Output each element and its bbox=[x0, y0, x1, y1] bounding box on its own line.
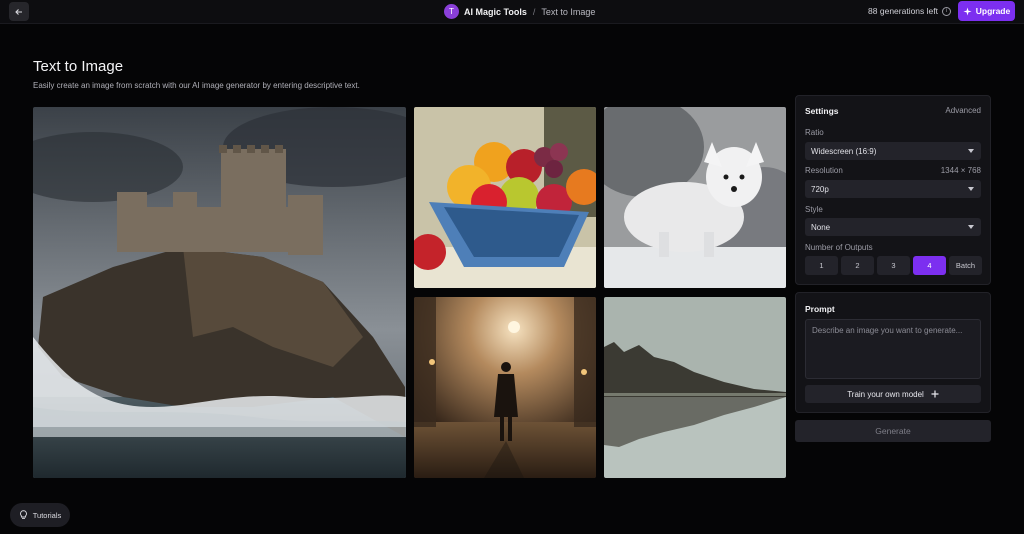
arrow-left-icon bbox=[15, 8, 22, 15]
output-option-2[interactable]: 2 bbox=[841, 256, 874, 275]
generate-button[interactable]: Generate bbox=[795, 420, 991, 442]
lightbulb-icon bbox=[19, 510, 27, 519]
tutorials-button[interactable]: Tutorials bbox=[10, 503, 70, 527]
output-option-batch[interactable]: Batch bbox=[949, 256, 982, 275]
ratio-label: Ratio bbox=[805, 128, 824, 137]
outputs-selector: 1 2 3 4 Batch bbox=[805, 256, 982, 275]
breadcrumb-current: Text to Image bbox=[541, 6, 596, 17]
tutorials-label: Tutorials bbox=[32, 510, 62, 520]
train-model-label: Train your own model bbox=[847, 389, 924, 399]
chevron-down-icon bbox=[968, 187, 974, 191]
page-subtitle: Easily create an image from scratch with… bbox=[33, 81, 360, 90]
output-option-3[interactable]: 3 bbox=[877, 256, 910, 275]
info-icon[interactable]: i bbox=[942, 6, 951, 16]
outputs-label: Number of Outputs bbox=[805, 243, 873, 252]
style-value: None bbox=[811, 222, 831, 232]
generations-counter: 88 generations left i bbox=[868, 6, 951, 16]
settings-panel: Settings Advanced Ratio Widescreen (16:9… bbox=[795, 95, 991, 285]
chevron-down-icon bbox=[968, 225, 974, 229]
breadcrumb-app[interactable]: AI Magic Tools bbox=[464, 7, 527, 17]
breadcrumb-separator: / bbox=[532, 6, 536, 17]
back-button[interactable] bbox=[9, 2, 29, 21]
generated-image-foggy-street[interactable] bbox=[414, 297, 596, 478]
prompt-input[interactable]: Describe an image you want to generate..… bbox=[805, 319, 981, 379]
prompt-panel: Prompt Describe an image you want to gen… bbox=[795, 292, 991, 413]
prompt-title: Prompt bbox=[805, 304, 835, 314]
resolution-label: Resolution bbox=[805, 166, 843, 175]
resolution-value: 720p bbox=[811, 184, 829, 194]
resolution-dimensions: 1344 × 768 bbox=[940, 166, 981, 175]
settings-title: Settings bbox=[805, 106, 839, 116]
sparkle-icon bbox=[963, 6, 972, 16]
ratio-select[interactable]: Widescreen (16:9) bbox=[805, 142, 981, 160]
upgrade-button[interactable]: Upgrade bbox=[958, 1, 1015, 21]
advanced-link[interactable]: Advanced bbox=[945, 106, 981, 115]
output-option-4[interactable]: 4 bbox=[913, 256, 946, 275]
style-select[interactable]: None bbox=[805, 218, 981, 236]
chevron-down-icon bbox=[968, 149, 974, 153]
resolution-select[interactable]: 720p bbox=[805, 180, 981, 198]
output-option-1[interactable]: 1 bbox=[805, 256, 838, 275]
ratio-value: Widescreen (16:9) bbox=[811, 146, 877, 156]
train-model-button[interactable]: Train your own model bbox=[805, 385, 981, 403]
plus-icon bbox=[931, 390, 939, 398]
upgrade-label: Upgrade bbox=[975, 6, 1011, 16]
generated-image-castle[interactable] bbox=[33, 107, 406, 478]
generations-left-text: 88 generations left bbox=[868, 6, 938, 16]
breadcrumb: T AI Magic Tools / Text to Image bbox=[444, 3, 595, 20]
top-bar: T AI Magic Tools / Text to Image 88 gene… bbox=[0, 0, 1024, 24]
page-title: Text to Image bbox=[33, 58, 124, 75]
generated-image-lake[interactable] bbox=[604, 297, 786, 478]
style-label: Style bbox=[805, 205, 823, 214]
generated-image-fruit-bowl[interactable] bbox=[414, 107, 596, 288]
avatar[interactable]: T bbox=[444, 4, 459, 19]
generated-image-arctic-fox[interactable] bbox=[604, 107, 786, 288]
